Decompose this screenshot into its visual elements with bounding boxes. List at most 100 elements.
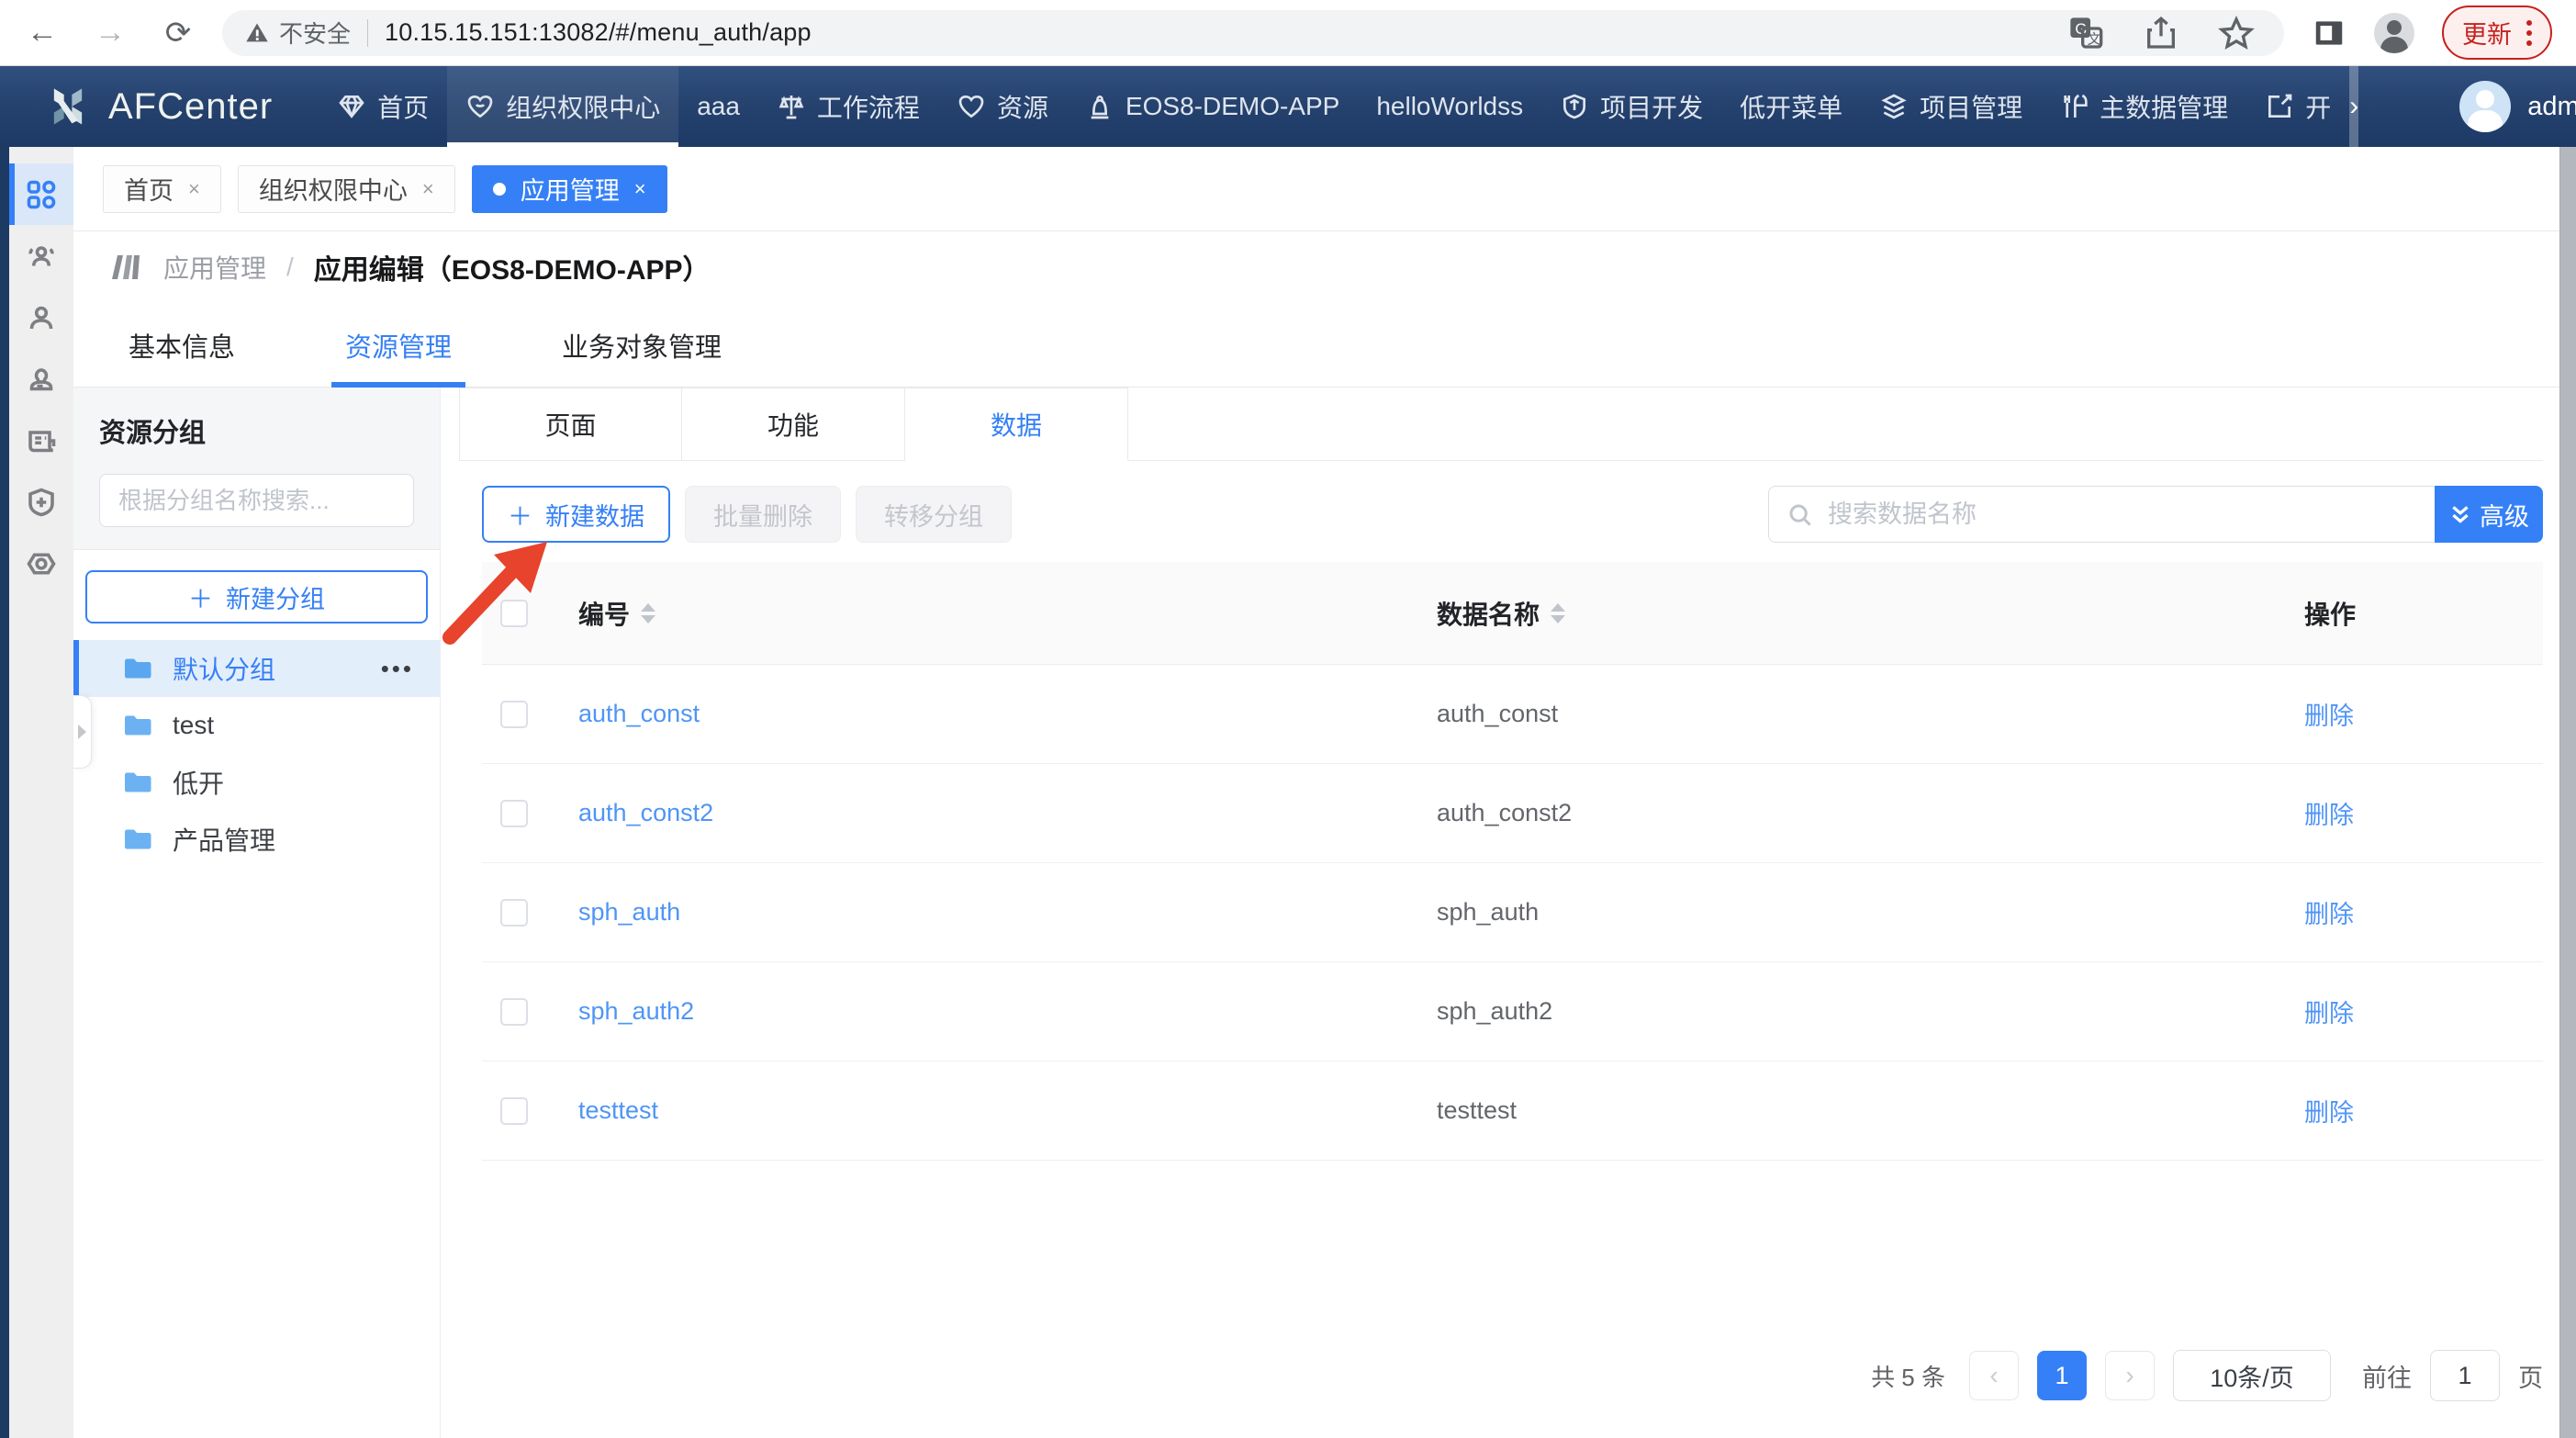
- rail-item-team[interactable]: [9, 225, 73, 286]
- tab-resource-mgmt[interactable]: 资源管理: [345, 303, 452, 387]
- stamp-icon: [25, 363, 58, 396]
- close-icon[interactable]: ×: [422, 177, 434, 201]
- tab-pages[interactable]: 页面: [459, 388, 682, 460]
- tab-business-object-mgmt[interactable]: 业务对象管理: [562, 303, 722, 387]
- group-item-test[interactable]: test: [73, 697, 440, 754]
- nav-item-project-mgmt[interactable]: 项目管理: [1861, 66, 2041, 147]
- prev-page-button[interactable]: ‹: [1969, 1351, 2019, 1400]
- rail-item-monitor[interactable]: [9, 533, 73, 594]
- nav-item-home[interactable]: 首页: [319, 66, 447, 147]
- nav-item-workflow[interactable]: 工作流程: [758, 66, 938, 147]
- group-item-product-mgmt[interactable]: 产品管理: [73, 811, 440, 868]
- profile-avatar[interactable]: [2374, 13, 2414, 53]
- tab-basic-info[interactable]: 基本信息: [129, 303, 235, 387]
- sort-icon[interactable]: [641, 603, 655, 624]
- next-page-button[interactable]: ›: [2105, 1351, 2155, 1400]
- page-scrollbar[interactable]: [2559, 147, 2576, 1438]
- row-checkbox[interactable]: [500, 800, 528, 827]
- more-dots-icon[interactable]: •••: [381, 655, 414, 683]
- row-name: sph_auth: [1405, 898, 2272, 927]
- new-data-button[interactable]: ＋ 新建数据: [482, 486, 670, 543]
- back-icon[interactable]: ←: [24, 15, 61, 51]
- row-checkbox[interactable]: [500, 1097, 528, 1125]
- group-item-default[interactable]: 默认分组 •••: [73, 640, 440, 697]
- sort-icon[interactable]: [1551, 603, 1565, 624]
- rail-item-shield-plus[interactable]: [9, 471, 73, 533]
- nav-overflow-chevron[interactable]: ›: [2349, 66, 2358, 147]
- row-checkbox[interactable]: [500, 701, 528, 728]
- group-label: 默认分组: [173, 650, 275, 687]
- table-row: testtest testtest 删除: [482, 1062, 2543, 1161]
- row-id-link[interactable]: sph_auth2: [546, 997, 1405, 1026]
- delete-link[interactable]: 删除: [2272, 696, 2543, 732]
- share-icon[interactable]: [2143, 15, 2179, 51]
- nav-item-eos8-demo-app[interactable]: EOS8-DEMO-APP: [1067, 66, 1358, 147]
- row-id-link[interactable]: auth_const2: [546, 799, 1405, 827]
- security-label[interactable]: 不安全: [279, 16, 351, 50]
- scales-icon: [777, 92, 806, 121]
- bookmark-star-icon[interactable]: [2218, 15, 2255, 51]
- nav-item-resource[interactable]: 资源: [938, 66, 1067, 147]
- pagination: 共 5 条 ‹ 1 › 10条/页 前往 页: [459, 1350, 2543, 1401]
- nav-item-org-auth-center[interactable]: 组织权限中心: [447, 66, 678, 147]
- delete-link[interactable]: 删除: [2272, 894, 2543, 930]
- data-search-input[interactable]: [1768, 486, 2435, 543]
- sidebar-collapse-handle[interactable]: [73, 695, 92, 769]
- user-menu[interactable]: admin ∨: [2459, 66, 2576, 147]
- tab-chip-org-auth[interactable]: 组织权限中心 ×: [238, 165, 455, 213]
- url-text[interactable]: 10.15.15.151:13082/#/menu_auth/app: [385, 18, 812, 47]
- group-item-lowcode[interactable]: 低开: [73, 754, 440, 811]
- select-all-checkbox[interactable]: [500, 600, 528, 627]
- batch-delete-button[interactable]: 批量删除: [685, 486, 841, 543]
- open-tabs-bar: 首页 × 组织权限中心 × 应用管理 ×: [73, 147, 2576, 231]
- tab-data[interactable]: 数据: [905, 388, 1128, 461]
- nav-item-aaa[interactable]: aaa: [678, 66, 758, 147]
- sidepanel-icon[interactable]: [2312, 16, 2346, 51]
- new-group-button[interactable]: ＋ 新建分组: [85, 570, 428, 624]
- nav-item-project-dev[interactable]: 项目开发: [1541, 66, 1721, 147]
- tab-chip-app-mgmt[interactable]: 应用管理 ×: [472, 165, 667, 213]
- rail-item-apps[interactable]: [9, 163, 73, 225]
- nav-item-helloworldss[interactable]: helloWorldss: [1358, 66, 1541, 147]
- breadcrumb-section[interactable]: 应用管理: [163, 249, 266, 286]
- refresh-icon[interactable]: ⟳: [160, 15, 196, 51]
- rail-item-document[interactable]: [9, 410, 73, 471]
- row-checkbox[interactable]: [500, 899, 528, 927]
- row-checkbox[interactable]: [500, 998, 528, 1026]
- nav-item-label: helloWorldss: [1376, 92, 1523, 121]
- resource-type-tabs: 页面 功能 数据: [459, 388, 2543, 461]
- nav-item-truncated[interactable]: 开: [2246, 66, 2349, 147]
- brand[interactable]: AFCenter: [0, 66, 319, 147]
- row-id-link[interactable]: auth_const: [546, 700, 1405, 728]
- sidebar-title: 资源分组: [99, 411, 414, 450]
- row-id-link[interactable]: testtest: [546, 1096, 1405, 1125]
- nav-item-lowcode-menu[interactable]: 低开菜单: [1721, 66, 1861, 147]
- page-size-select[interactable]: 10条/页: [2173, 1350, 2331, 1401]
- close-icon[interactable]: ×: [188, 177, 200, 201]
- rail-item-stamp[interactable]: [9, 348, 73, 410]
- group-search-input[interactable]: [99, 474, 414, 527]
- delete-link[interactable]: 删除: [2272, 994, 2543, 1029]
- delete-link[interactable]: 删除: [2272, 795, 2543, 831]
- rail-item-user[interactable]: [9, 286, 73, 348]
- eye-hexagon-icon: [25, 547, 58, 580]
- close-icon[interactable]: ×: [634, 177, 646, 201]
- delete-link[interactable]: 删除: [2272, 1093, 2543, 1129]
- chevron-left-icon: ‹: [1989, 1361, 1998, 1390]
- advanced-search-button[interactable]: 高级: [2435, 486, 2543, 543]
- pages-icon: [110, 252, 147, 283]
- tab-functions[interactable]: 功能: [682, 388, 905, 460]
- tab-chip-home[interactable]: 首页 ×: [103, 165, 221, 213]
- move-group-button[interactable]: 转移分组: [856, 486, 1012, 543]
- nav-item-master-data[interactable]: 主数据管理: [2041, 66, 2246, 147]
- nav-item-label: 项目开发: [1600, 88, 1703, 125]
- page-number-button[interactable]: 1: [2037, 1351, 2087, 1400]
- goto-page-input[interactable]: [2430, 1350, 2500, 1401]
- menu-dots-icon[interactable]: [2526, 20, 2532, 46]
- nav-item-label: EOS8-DEMO-APP: [1126, 92, 1339, 121]
- row-id-link[interactable]: sph_auth: [546, 898, 1405, 927]
- translate-icon[interactable]: G文: [2067, 15, 2104, 51]
- address-bar[interactable]: 不安全 10.15.15.151:13082/#/menu_auth/app G…: [222, 10, 2284, 56]
- forward-icon[interactable]: →: [92, 15, 129, 51]
- chrome-update-button[interactable]: 更新: [2442, 6, 2552, 60]
